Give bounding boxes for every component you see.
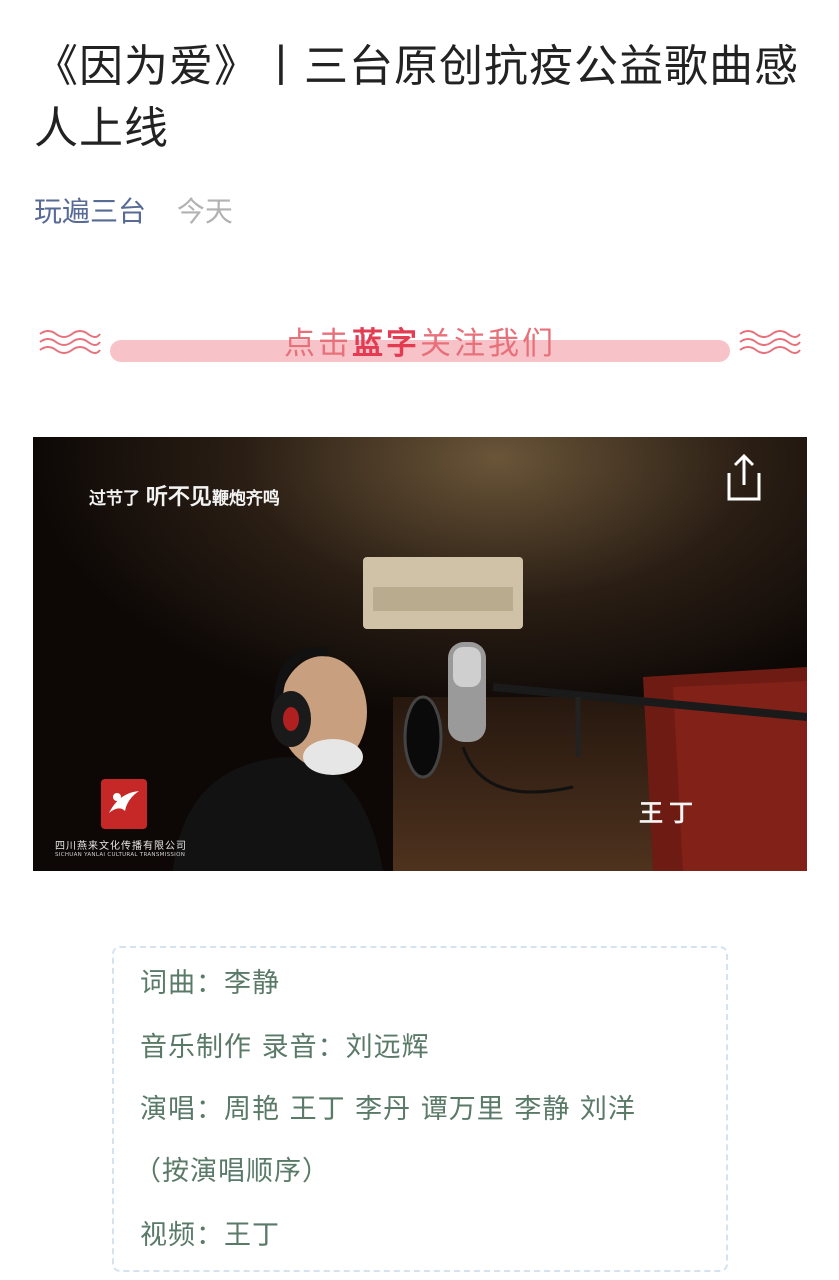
follow-banner[interactable]: 点击蓝字关注我们	[34, 316, 806, 376]
video-player[interactable]: 过节了 听不见鞭炮齐鸣 王丁 四川燕来文化传播有限公司 SICHUAN YANL…	[33, 437, 807, 871]
company-logo	[101, 779, 147, 829]
credit-line: （按演唱顺序）	[134, 1156, 330, 1187]
caption-small: 过节了	[89, 489, 140, 509]
article-title: 《因为爱》丨三台原创抗疫公益歌曲感人上线	[34, 41, 799, 154]
wave-icon	[739, 330, 801, 354]
article-meta: 玩遍三台 今天	[34, 192, 233, 232]
company-name-cn: 四川燕来文化传播有限公司	[55, 841, 187, 852]
share-button[interactable]	[721, 453, 767, 503]
share-icon	[727, 453, 761, 501]
follow-prefix: 点击	[284, 326, 352, 362]
company-name-en: SICHUAN YANLAI CULTURAL TRANSMISSION	[55, 852, 186, 858]
credit-line: 词曲：李静	[140, 968, 280, 999]
follow-highlight[interactable]: 蓝字	[352, 326, 420, 362]
singer-label: 王丁	[639, 799, 699, 827]
credits-box: 词曲：李静 音乐制作 录音：刘远辉 演唱：周艳 王丁 李丹 谭万里 李静 刘洋 …	[112, 946, 728, 1272]
credit-line: 视频：王丁	[140, 1220, 280, 1251]
follow-text[interactable]: 点击蓝字关注我们	[34, 318, 806, 363]
credit-line: 演唱：周艳 王丁 李丹 谭万里 李静 刘洋	[140, 1094, 636, 1125]
follow-suffix: 关注我们	[420, 326, 556, 362]
caption-big: 听不见	[145, 485, 212, 510]
caption-tail: 鞭炮齐鸣	[211, 489, 280, 509]
video-caption: 过节了 听不见鞭炮齐鸣	[89, 479, 280, 511]
publish-date: 今天	[176, 195, 233, 228]
credit-line: 音乐制作 录音：刘远辉	[140, 1032, 430, 1063]
account-name-link[interactable]: 玩遍三台	[34, 195, 146, 228]
